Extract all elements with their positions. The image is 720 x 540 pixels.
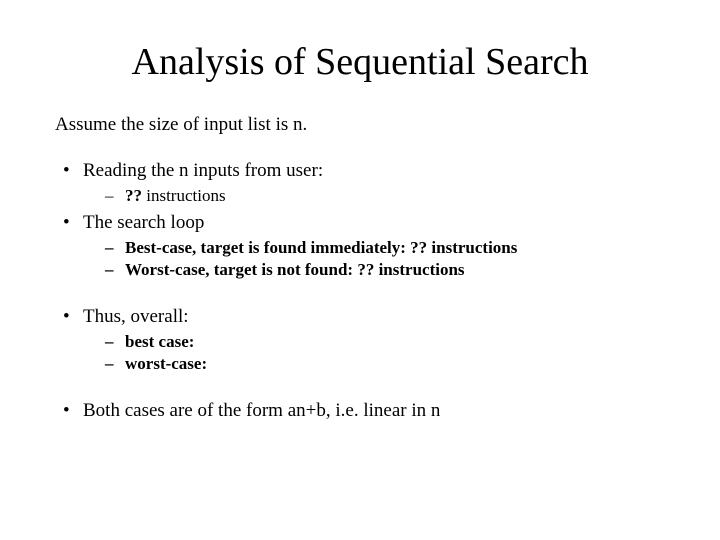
intro-text: Assume the size of input list is n. <box>55 114 665 136</box>
sub-text-bold: ?? <box>125 186 146 205</box>
bullet-list: Reading the n inputs from user: ?? instr… <box>55 160 665 422</box>
sub-text: ?? <box>357 260 378 279</box>
bullet-text: Thus, overall: <box>83 306 189 327</box>
sub-overall-worst: worst-case: <box>83 354 665 374</box>
sub-text: instructions <box>431 238 517 257</box>
bullet-both-cases: Both cases are of the form an+b, i.e. li… <box>55 400 665 422</box>
sub-text: instructions <box>379 260 465 279</box>
sub-list: ?? instructions <box>83 186 665 206</box>
sub-text: instructions <box>146 186 225 205</box>
bullet-text: The search loop <box>83 212 204 233</box>
slide-title: Analysis of Sequential Search <box>55 40 665 84</box>
sub-text: ?? <box>410 238 431 257</box>
bullet-text: Reading the n inputs from user: <box>83 160 323 181</box>
sub-text: Best-case, target is found immediately: <box>125 238 410 257</box>
sub-best-case: Best-case, target is found immediately: … <box>83 238 665 258</box>
bullet-search-loop: The search loop Best-case, target is fou… <box>55 212 665 280</box>
sub-list: Best-case, target is found immediately: … <box>83 238 665 280</box>
spacer <box>55 286 665 306</box>
sub-overall-best: best case: <box>83 332 665 352</box>
bullet-text-c: , i.e. linear in n <box>326 400 441 421</box>
bullet-overall: Thus, overall: best case: worst-case: <box>55 306 665 374</box>
bullet-reading-inputs: Reading the n inputs from user: ?? instr… <box>55 160 665 206</box>
sub-instructions: ?? instructions <box>83 186 665 206</box>
slide: Analysis of Sequential Search Assume the… <box>0 0 720 540</box>
sub-list: best case: worst-case: <box>83 332 665 374</box>
spacer <box>55 380 665 400</box>
sub-text: Worst-case, target is not found: <box>125 260 357 279</box>
sub-worst-case: Worst-case, target is not found: ?? inst… <box>83 260 665 280</box>
bullet-text-a: Both cases are of the form <box>83 400 288 421</box>
bullet-text-b: an+b <box>288 400 326 421</box>
